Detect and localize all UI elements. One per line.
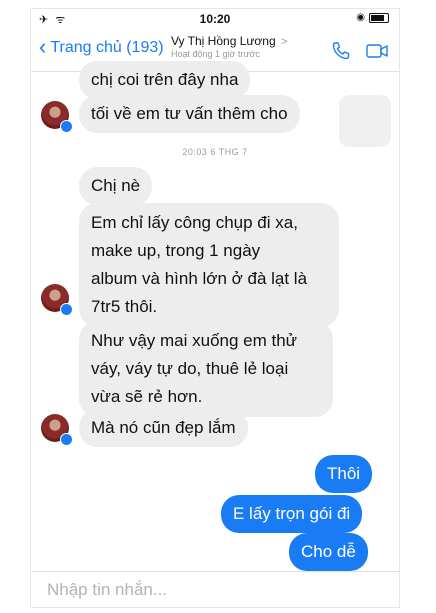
screenshot-frame: ✈ ᯤ 10:20 ◉ ‹ Trang chủ (193) Vy Thị Hồn… bbox=[0, 0, 436, 613]
outgoing-message: Cho dễ bbox=[289, 533, 368, 571]
back-label: Trang chủ (193) bbox=[50, 39, 164, 56]
status-bar: ✈ ᯤ 10:20 ◉ bbox=[31, 9, 399, 29]
message-line: Như vậy mai xuống em thử bbox=[91, 331, 298, 350]
status-time: 10:20 bbox=[199, 12, 231, 26]
message-input[interactable] bbox=[47, 580, 367, 600]
contact-status: Hoạt động 1 giờ trước bbox=[171, 49, 260, 59]
incoming-message: tối về em tư vấn thêm cho bbox=[79, 95, 300, 133]
message-composer bbox=[31, 571, 399, 607]
messenger-badge-icon bbox=[60, 120, 73, 133]
messenger-badge-icon bbox=[60, 433, 73, 446]
chevron-left-icon: ‹ bbox=[39, 34, 47, 59]
incoming-message: chị coi trên đây nha bbox=[79, 61, 251, 99]
incoming-message-multiline: Em chỉ lấy công chụp đi xa, make up, tro… bbox=[79, 203, 339, 327]
message-line: 7tr5 thôi. bbox=[91, 297, 158, 316]
messenger-badge-icon bbox=[60, 303, 73, 316]
message-line: Em chỉ lấy công chụp đi xa, bbox=[91, 213, 298, 232]
image-thumbnail[interactable] bbox=[339, 95, 391, 147]
outgoing-message: Thôi bbox=[315, 455, 373, 493]
message-line: váy, váy tự do, thuê lẻ loại bbox=[91, 359, 289, 378]
message-line: vừa sẽ rẻ hơn. bbox=[91, 387, 203, 406]
orientation-lock-icon: ◉ bbox=[356, 12, 365, 23]
contact-info[interactable]: Vy Thị Hồng Lương > Hoạt động 1 giờ trướ… bbox=[171, 34, 301, 59]
video-camera-icon[interactable] bbox=[365, 41, 389, 61]
message-line: make up, trong 1 ngày bbox=[91, 241, 261, 260]
phone-icon[interactable] bbox=[331, 41, 351, 61]
message-line: album và hình lớn ở đà lạt là bbox=[91, 269, 308, 288]
incoming-message-multiline: Như vậy mai xuống em thử váy, váy tự do,… bbox=[79, 321, 333, 417]
contact-name-row: Vy Thị Hồng Lương > bbox=[171, 34, 301, 48]
incoming-message: Chị nè bbox=[79, 167, 153, 205]
message-timestamp: 20:03 6 THG 7 bbox=[182, 147, 248, 157]
header-actions bbox=[331, 41, 389, 61]
contact-name: Vy Thị Hồng Lương bbox=[171, 34, 276, 48]
messenger-screen: ✈ ᯤ 10:20 ◉ ‹ Trang chủ (193) Vy Thị Hồn… bbox=[30, 8, 400, 608]
status-right-icons: ◉ bbox=[356, 12, 389, 23]
chevron-right-icon: > bbox=[280, 36, 288, 48]
back-button[interactable]: ‹ Trang chủ (193) bbox=[39, 34, 164, 59]
incoming-message: Mà nó cũn đẹp lắm bbox=[79, 409, 248, 447]
battery-icon bbox=[369, 12, 389, 23]
outgoing-message: E lấy trọn gói đi bbox=[221, 495, 363, 533]
